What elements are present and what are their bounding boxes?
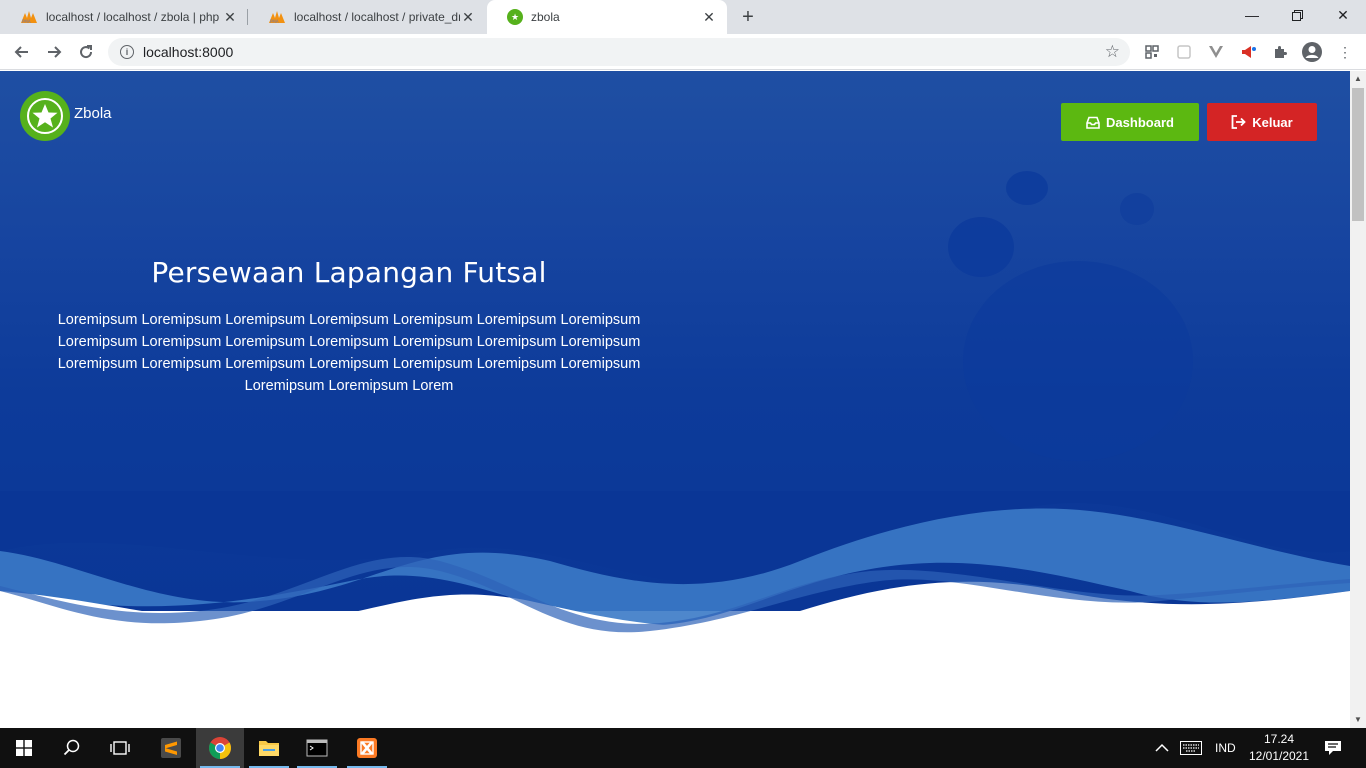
extensions-puzzle-icon[interactable]	[1271, 43, 1289, 61]
sublime-text-icon	[161, 738, 181, 758]
svg-text:PMA: PMA	[270, 19, 279, 24]
clock-date: 12/01/2021	[1248, 749, 1310, 763]
profile-avatar-icon[interactable]	[1301, 41, 1323, 63]
close-window-button[interactable]: ✕	[1320, 0, 1366, 30]
close-tab-icon[interactable]: ✕	[222, 9, 238, 25]
taskbar-terminal[interactable]	[293, 728, 341, 768]
decor-bubble	[963, 261, 1193, 461]
clock[interactable]: 17.24 12/01/2021	[1244, 731, 1314, 765]
restore-icon	[1291, 9, 1303, 21]
tab-title: localhost / localhost / zbola | php	[46, 10, 220, 24]
decor-bubble	[1006, 171, 1048, 205]
qr-code-icon[interactable]	[1143, 43, 1161, 61]
tab-phpmyadmin-zbola[interactable]: PMA localhost / localhost / zbola | php …	[0, 0, 248, 34]
dashboard-label: Dashboard	[1106, 114, 1174, 130]
taskbar-chrome[interactable]	[196, 728, 244, 768]
notification-icon	[1325, 741, 1341, 755]
hero-wave-decoration	[0, 491, 1350, 671]
vue-devtools-icon[interactable]	[1207, 43, 1225, 61]
reload-button[interactable]	[72, 38, 100, 66]
chevron-up-icon	[1155, 743, 1169, 752]
site-info-icon[interactable]: i	[120, 45, 134, 59]
scroll-up-arrow-icon[interactable]: ▲	[1354, 74, 1362, 83]
page-scrollbar[interactable]: ▲ ▼	[1350, 71, 1366, 728]
task-view-button[interactable]	[96, 728, 144, 768]
tab-title: localhost / localhost / private_dri	[294, 10, 460, 24]
task-view-icon	[110, 741, 130, 755]
keyboard-icon[interactable]	[1180, 728, 1202, 768]
folder-icon	[259, 741, 279, 756]
browser-toolbar: i localhost:8000 ☆ ⋮	[0, 34, 1366, 70]
search-icon	[63, 739, 80, 756]
xampp-icon	[357, 738, 377, 758]
zbola-favicon-icon: ★	[507, 9, 523, 25]
forward-arrow-icon	[48, 46, 62, 58]
new-tab-button[interactable]: +	[737, 6, 759, 28]
terminal-icon	[306, 739, 328, 757]
tab-phpmyadmin-private[interactable]: PMA localhost / localhost / private_dri …	[248, 0, 486, 34]
forward-button[interactable]	[40, 38, 68, 66]
reload-icon	[80, 45, 93, 59]
taskbar-xampp[interactable]	[343, 728, 391, 768]
web-page: Zbola Dashboard Keluar Persewaan Lapanga…	[0, 71, 1350, 728]
dashboard-button[interactable]: Dashboard	[1061, 103, 1199, 141]
windows-taskbar: IND 17.24 12/01/2021	[0, 728, 1366, 768]
inbox-icon	[1086, 116, 1100, 129]
tab-zbola[interactable]: ★ zbola ✕	[487, 0, 727, 34]
menu-kebab-icon[interactable]: ⋮	[1336, 43, 1354, 61]
action-center-button[interactable]	[1324, 728, 1342, 768]
restore-button[interactable]	[1274, 0, 1320, 30]
tab-strip: PMA localhost / localhost / zbola | php …	[0, 0, 1366, 34]
brand-name: Zbola	[74, 104, 112, 122]
close-tab-icon[interactable]: ✕	[701, 9, 717, 25]
zbola-logo-icon	[20, 91, 70, 141]
scroll-down-arrow-icon[interactable]: ▼	[1354, 715, 1362, 724]
input-language[interactable]: IND	[1215, 728, 1236, 768]
svg-text:PMA: PMA	[22, 19, 31, 24]
phpmyadmin-icon: PMA	[268, 10, 286, 24]
brand[interactable]: Zbola	[20, 91, 112, 141]
back-arrow-icon	[14, 46, 28, 58]
back-button[interactable]	[8, 38, 36, 66]
phpmyadmin-icon: PMA	[20, 10, 38, 24]
address-bar[interactable]: i localhost:8000 ☆	[108, 38, 1130, 66]
show-hidden-icons-button[interactable]	[1155, 728, 1169, 768]
tab-title: zbola	[531, 10, 560, 24]
sign-out-icon	[1231, 115, 1247, 129]
chrome-icon	[209, 737, 231, 759]
close-tab-icon[interactable]: ✕	[460, 9, 476, 25]
extension-icon[interactable]	[1175, 43, 1193, 61]
logout-button[interactable]: Keluar	[1207, 103, 1317, 141]
windows-logo-icon	[16, 740, 32, 756]
taskbar-file-explorer[interactable]	[245, 728, 293, 768]
taskbar-sublime-text[interactable]	[147, 728, 195, 768]
logout-label: Keluar	[1252, 114, 1293, 130]
decor-bubble	[1120, 193, 1154, 225]
megaphone-icon[interactable]	[1239, 43, 1257, 61]
hero-title: Persewaan Lapangan Futsal	[151, 256, 547, 289]
hero-description: Loremipsum Loremipsum Loremipsum Loremip…	[57, 312, 641, 394]
start-button[interactable]	[0, 728, 48, 768]
bookmark-star-icon[interactable]: ☆	[1105, 42, 1120, 62]
minimize-button[interactable]: —	[1229, 0, 1275, 30]
clock-time: 17.24	[1263, 732, 1295, 746]
url-text: localhost:8000	[143, 44, 234, 60]
scrollbar-thumb[interactable]	[1352, 88, 1364, 221]
search-button[interactable]	[48, 728, 96, 768]
decor-bubble	[948, 217, 1014, 277]
